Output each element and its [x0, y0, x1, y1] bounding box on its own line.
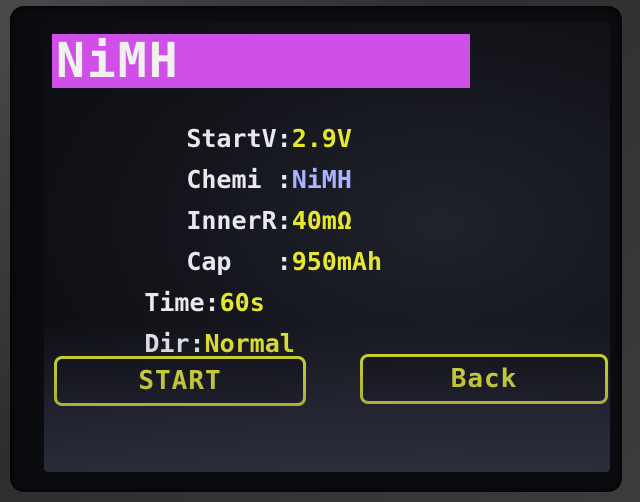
field-label: Dir — [144, 329, 190, 358]
start-button[interactable]: START — [54, 356, 306, 406]
field-separator: : — [276, 247, 292, 276]
title-bar: NiMH — [52, 34, 470, 88]
page-title: NiMH — [56, 33, 180, 89]
field-value: 950mAh — [291, 247, 382, 276]
back-button[interactable]: Back — [360, 354, 608, 404]
device-frame: NiMH StartV:2.9V Chemi :NiMH InnerR:40mΩ… — [0, 0, 640, 502]
field-separator: : — [189, 329, 205, 358]
field-value: Normal — [204, 329, 295, 358]
lcd-screen: NiMH StartV:2.9V Chemi :NiMH InnerR:40mΩ… — [44, 22, 610, 472]
